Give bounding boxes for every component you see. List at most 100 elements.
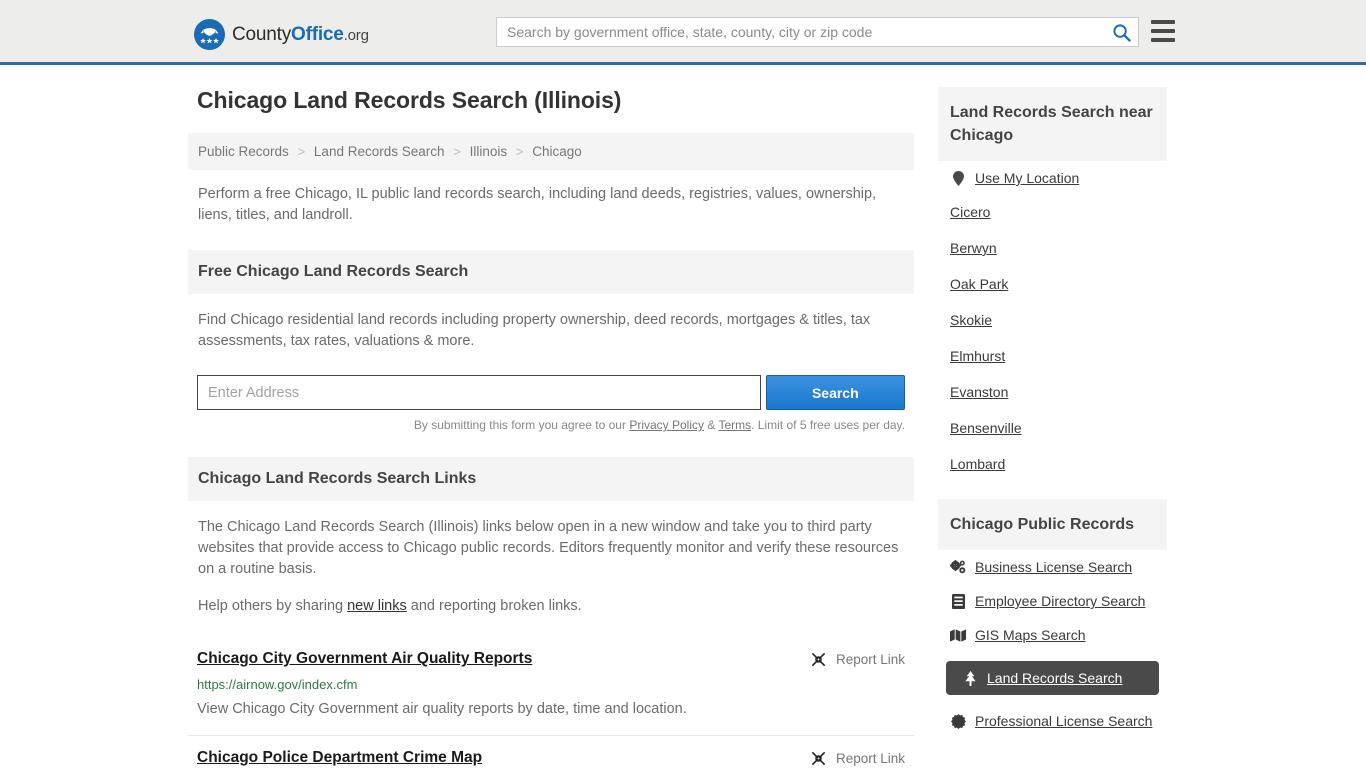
sidebar-item-professional-license-search[interactable]: Professional License Search xyxy=(938,704,1167,738)
use-my-location-row[interactable]: Use My Location xyxy=(950,170,1155,186)
logo-text-office: Office xyxy=(291,23,344,45)
cogs-icon xyxy=(950,559,966,575)
sidebar-nearby-heading: Land Records Search near Chicago xyxy=(938,87,1167,161)
sidebar-city-label[interactable]: Berwyn xyxy=(950,240,997,256)
certificate-seal-icon xyxy=(950,713,966,729)
search-icon xyxy=(1112,23,1131,42)
header-search-bar xyxy=(496,17,1139,47)
link-result-title[interactable]: Chicago Police Department Crime Map xyxy=(197,748,482,768)
help-suffix: and reporting broken links. xyxy=(406,598,582,614)
sidebar-item-evanston[interactable]: Evanston xyxy=(938,375,1167,411)
header-search-input[interactable] xyxy=(497,18,1104,46)
sidebar-item-skokie[interactable]: Skokie xyxy=(938,303,1167,339)
links-section-heading: Chicago Land Records Search Links xyxy=(188,457,914,501)
link-result-item: Chicago City Government Air Quality Repo… xyxy=(188,637,914,735)
breadcrumb-separator: > xyxy=(297,144,306,159)
breadcrumb-item-public-records[interactable]: Public Records xyxy=(198,144,289,159)
id-card-icon xyxy=(950,593,966,609)
report-link-button[interactable]: Report Link xyxy=(810,649,905,668)
sidebar-city-label[interactable]: Oak Park xyxy=(950,276,1008,292)
free-search-heading: Free Chicago Land Records Search xyxy=(188,250,914,294)
site-header: CountyOffice.org xyxy=(0,0,1366,65)
breadcrumb-item-illinois[interactable]: Illinois xyxy=(470,144,508,159)
sidebar-city-label[interactable]: Bensenville xyxy=(950,420,1022,436)
links-help-text: Help others by sharing new links and rep… xyxy=(188,586,914,623)
help-prefix: Help others by sharing xyxy=(198,598,348,614)
breadcrumb: Public Records > Land Records Search > I… xyxy=(188,133,914,170)
sidebar-item-label[interactable]: GIS Maps Search xyxy=(975,627,1086,643)
link-result-row: Chicago City Government Air Quality Repo… xyxy=(197,649,905,669)
sidebar-row[interactable]: Employee Directory Search xyxy=(950,593,1155,609)
sidebar-item-label[interactable]: Business License Search xyxy=(975,559,1132,575)
breadcrumb-separator: > xyxy=(515,144,524,159)
page-intro-text: Perform a free Chicago, IL public land r… xyxy=(198,186,877,223)
sidebar-item-land-records-search[interactable]: Land Records Search xyxy=(938,652,1167,704)
hamburger-menu-icon[interactable] xyxy=(1151,20,1175,42)
header-search-button[interactable] xyxy=(1104,18,1138,46)
disclaimer-amp: & xyxy=(704,418,719,432)
free-search-description: Find Chicago residential land records in… xyxy=(198,312,871,349)
disclaimer-suffix: . Limit of 5 free uses per day. xyxy=(751,418,905,432)
links-section-paragraph: The Chicago Land Records Search (Illinoi… xyxy=(198,519,899,577)
content-container: Chicago Land Records Search (Illinois) P… xyxy=(188,65,1178,768)
sidebar-city-label[interactable]: Elmhurst xyxy=(950,348,1005,364)
new-links-link[interactable]: new links xyxy=(347,598,407,614)
hamburger-bar xyxy=(1151,38,1175,42)
form-disclaimer: By submitting this form you agree to our… xyxy=(188,418,905,432)
privacy-policy-link[interactable]: Privacy Policy xyxy=(629,418,704,432)
sidebar-city-label[interactable]: Evanston xyxy=(950,384,1008,400)
sidebar-public-records-list: Business License Search Employee Directo… xyxy=(938,550,1167,738)
site-logo[interactable]: CountyOffice.org xyxy=(194,19,369,50)
sidebar-item-berwyn[interactable]: Berwyn xyxy=(938,231,1167,267)
sidebar-nearby-list: Use My Location Cicero Berwyn Oak Park S… xyxy=(938,161,1167,483)
link-result-url[interactable]: https://airnow.gov/index.cfm xyxy=(197,677,905,692)
terms-link[interactable]: Terms xyxy=(718,418,751,432)
breadcrumb-item-chicago[interactable]: Chicago xyxy=(532,144,582,159)
hamburger-bar xyxy=(1151,29,1175,33)
sidebar-row-active[interactable]: Land Records Search xyxy=(946,661,1159,695)
sidebar-item-label[interactable]: Land Records Search xyxy=(987,670,1122,686)
sidebar-item-bensenville[interactable]: Bensenville xyxy=(938,411,1167,447)
sidebar-item-employee-directory-search[interactable]: Employee Directory Search xyxy=(938,584,1167,618)
page-title: Chicago Land Records Search (Illinois) xyxy=(197,87,622,113)
search-button[interactable]: Search xyxy=(765,375,905,410)
breadcrumb-separator: > xyxy=(453,144,461,159)
address-input[interactable] xyxy=(197,375,761,410)
broken-link-icon xyxy=(811,653,825,666)
sidebar-item-use-my-location[interactable]: Use My Location xyxy=(938,161,1167,195)
sidebar-city-label[interactable]: Skokie xyxy=(950,312,992,328)
sidebar-row[interactable]: Professional License Search xyxy=(950,713,1155,729)
link-result-description: View Chicago City Government air quality… xyxy=(197,701,687,717)
link-result-title[interactable]: Chicago City Government Air Quality Repo… xyxy=(197,649,532,669)
site-logo-text: CountyOffice.org xyxy=(232,24,369,46)
main-column: Chicago Land Records Search (Illinois) P… xyxy=(188,87,914,768)
sidebar-row[interactable]: Business License Search xyxy=(950,559,1155,575)
sidebar: Land Records Search near Chicago Use My … xyxy=(938,87,1167,768)
hamburger-bar xyxy=(1151,20,1175,24)
link-results-list: Chicago City Government Air Quality Repo… xyxy=(188,637,914,768)
sidebar-item-label[interactable]: Employee Directory Search xyxy=(975,593,1145,609)
tree-icon xyxy=(962,670,978,686)
disclaimer-prefix: By submitting this form you agree to our xyxy=(413,418,630,432)
link-result-row: Chicago Police Department Crime Map Repo… xyxy=(197,748,905,768)
report-link-label: Report Link xyxy=(835,652,905,667)
folded-map-icon xyxy=(950,627,966,643)
sidebar-item-gis-maps-search[interactable]: GIS Maps Search xyxy=(938,618,1167,652)
sidebar-item-oak-park[interactable]: Oak Park xyxy=(938,267,1167,303)
countyoffice-logo-icon xyxy=(194,19,225,50)
sidebar-city-label[interactable]: Lombard xyxy=(950,456,1005,472)
report-link-label: Report Link xyxy=(835,751,905,766)
sidebar-row[interactable]: GIS Maps Search xyxy=(950,627,1155,643)
report-link-button[interactable]: Report Link xyxy=(810,748,905,767)
sidebar-item-business-license-search[interactable]: Business License Search xyxy=(938,550,1167,584)
sidebar-item-lombard[interactable]: Lombard xyxy=(938,447,1167,483)
page-body: Chicago Land Records Search (Illinois) P… xyxy=(0,65,1366,768)
sidebar-city-label[interactable]: Cicero xyxy=(950,204,990,220)
sidebar-item-elmhurst[interactable]: Elmhurst xyxy=(938,339,1167,375)
sidebar-item-cicero[interactable]: Cicero xyxy=(938,195,1167,231)
use-my-location-label[interactable]: Use My Location xyxy=(975,170,1079,186)
sidebar-item-label[interactable]: Professional License Search xyxy=(975,713,1152,729)
map-pin-icon xyxy=(950,170,966,186)
breadcrumb-item-land-records-search[interactable]: Land Records Search xyxy=(314,144,445,159)
